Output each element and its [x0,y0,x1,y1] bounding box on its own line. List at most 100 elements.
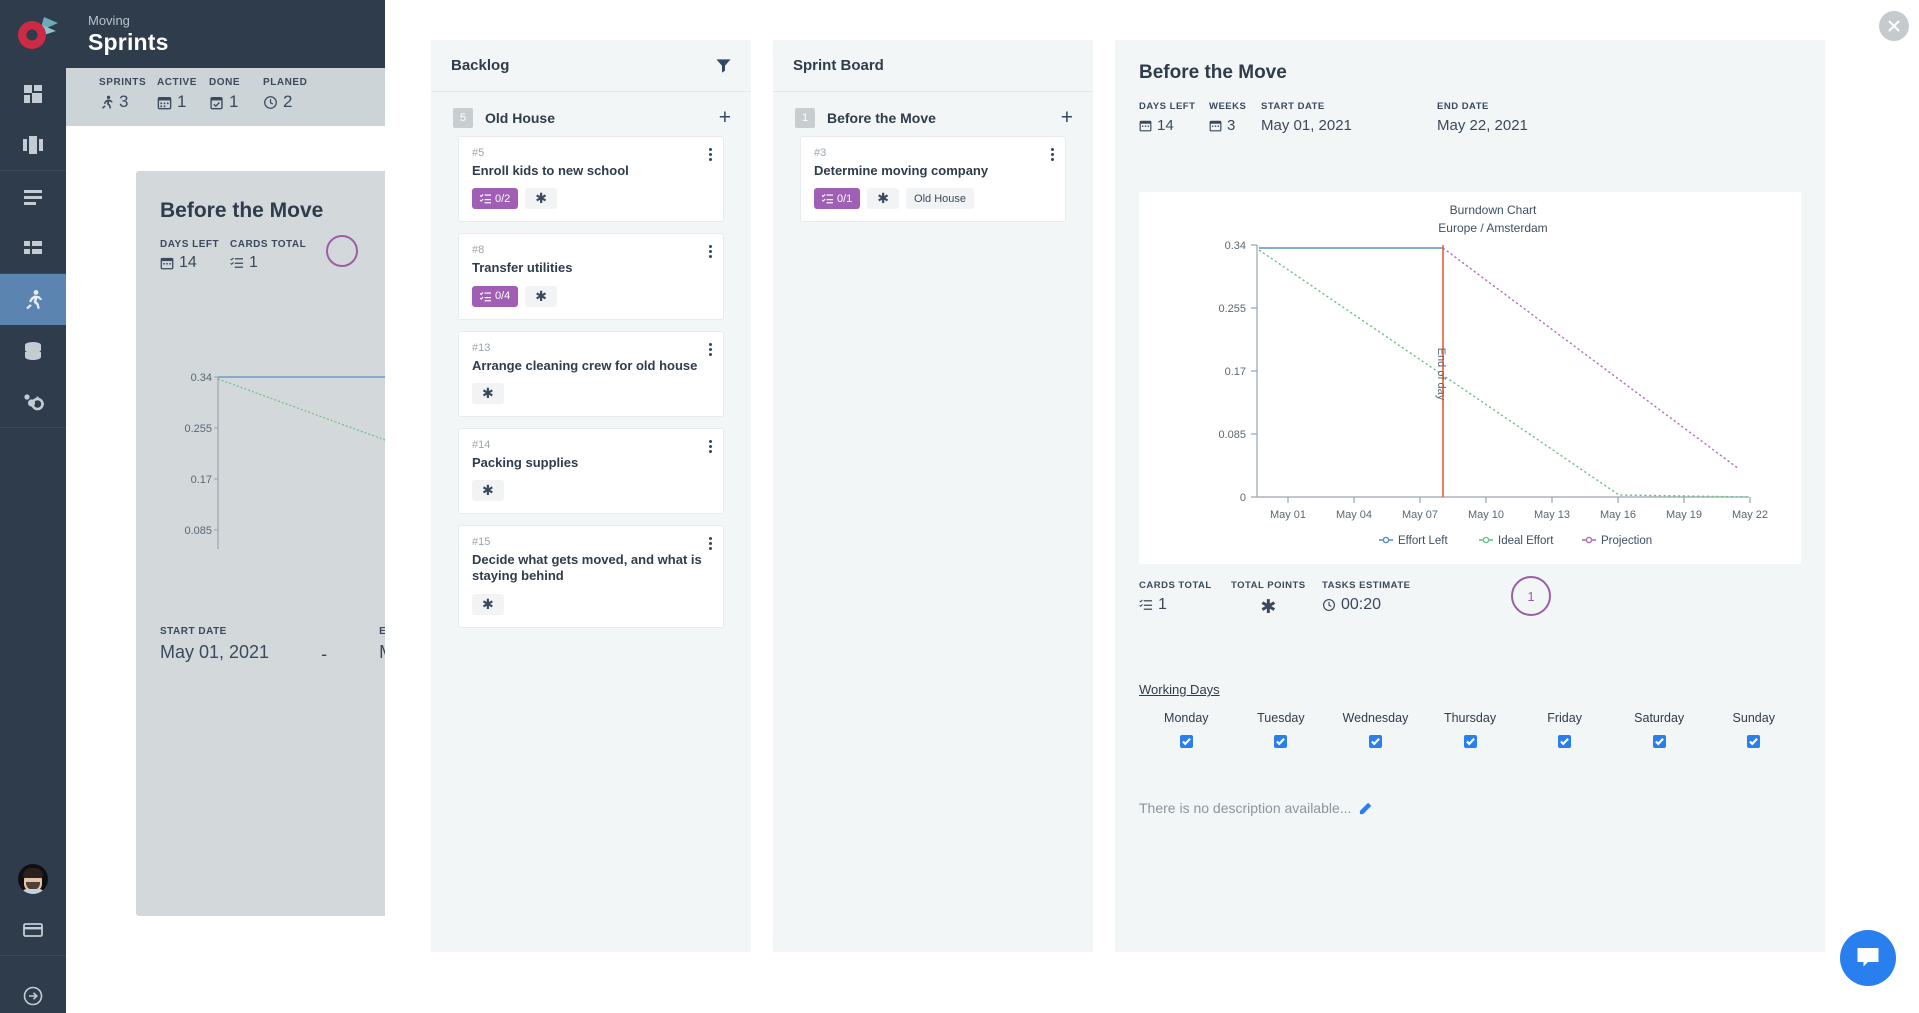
card-chips: 0/2 ✱ [472,188,710,210]
card-menu-icon[interactable] [709,439,712,455]
comet-logo-icon[interactable] [14,11,60,57]
working-day-label: Friday [1547,711,1582,725]
chart-legend: Effort Left Ideal Effort Projection [1379,535,1652,547]
points-chip[interactable]: ✱ [472,480,504,501]
lane-count-badge: 5 [453,108,473,128]
kpi-value: 00:20 [1322,596,1410,614]
list-item[interactable]: #15 Decide what gets moved, and what is … [458,525,724,628]
working-day-wednesday: Wednesday [1328,711,1423,748]
legend-ideal-effort: Ideal Effort [1498,535,1554,547]
pencil-icon[interactable] [1359,802,1372,815]
lane-count-badge: 1 [795,108,815,128]
columns-icon [23,135,43,154]
x-tick-label: May 10 [1468,509,1504,521]
burndown-chart: Burndown Chart Europe / Amsterdam 0.34 0… [1139,192,1801,564]
tasks-count: 0/1 [837,192,853,205]
card-chips: 0/1 ✱ Old House [814,188,1052,210]
x-tick-label: May 13 [1534,509,1570,521]
points-chip[interactable]: ✱ [525,285,558,307]
tasks-chip[interactable]: 0/4 [472,285,519,307]
working-day-checkbox[interactable] [1463,735,1477,748]
tasks-chip[interactable]: 0/1 [814,188,861,210]
stat-done: DONE 1 [209,77,240,112]
sprint-lane-header: 1 Before the Move + [773,92,1093,136]
working-day-sunday: Sunday [1706,711,1801,748]
list-item[interactable]: #14 Packing supplies ✱ [458,427,724,514]
bg-card-progress-ring [326,235,358,267]
y-tick-label: 0 [1240,492,1246,504]
tag-chip[interactable]: Old House [906,188,975,210]
credit-card-icon [23,922,43,937]
backlog-header: Backlog [431,40,751,92]
chat-button[interactable] [1840,930,1896,986]
kpi-row: CARDS TOTAL 1 TOTAL POINTS ✱ TASKS ESTIM… [1139,576,1801,630]
bg-stat-number: 1 [249,254,258,271]
working-day-checkbox[interactable] [1368,735,1382,748]
stat-number: 2 [283,92,293,111]
list-item[interactable]: #8 Transfer utilities 0/4 ✱ [458,233,724,320]
list-item[interactable]: #5 Enroll kids to new school 0/2 ✱ [458,136,724,223]
card-menu-icon[interactable] [709,148,712,163]
card-id: #5 [472,147,485,159]
points-chip[interactable]: ✱ [867,188,900,210]
list-icon [24,189,42,205]
card-id: #15 [472,536,491,548]
sidebar-item-team[interactable] [0,376,66,427]
plus-icon[interactable]: + [1061,107,1073,128]
working-day-checkbox[interactable] [1274,735,1288,748]
working-day-checkbox[interactable] [1652,735,1666,748]
working-day-friday: Friday [1517,711,1612,748]
card-menu-icon[interactable] [1051,148,1054,163]
stat-value: 1 [157,92,197,112]
sprint-card-list: #3 Determine moving company 0/1 ✱ Old Ho… [773,136,1093,223]
sidebar-item-boards[interactable] [0,119,66,170]
modal-content: Backlog 5 Old House + #5 Enroll kids to … [385,22,1864,974]
card-menu-icon[interactable] [709,537,712,552]
sidebar-item-backlog[interactable] [0,171,66,222]
detail-header: Before the Move DAYS LEFT 14 WEEKS 3 STA… [1115,40,1825,147]
sidebar-item-profile[interactable] [0,853,66,904]
bg-y-tick: 0.085 [184,525,212,537]
working-days-grid: Monday Tuesday Wednesday Thursday Friday… [1139,711,1801,748]
working-day-checkbox[interactable] [1179,735,1193,748]
tasks-chip[interactable]: 0/2 [472,188,519,210]
kpi-label: TOTAL POINTS [1231,580,1306,591]
card-chips: ✱ [472,382,710,404]
x-tick-label: May 07 [1402,509,1438,521]
sidebar-item-dashboard[interactable] [0,68,66,119]
bg-y-tick: 0.17 [191,474,212,486]
close-modal-button[interactable] [1879,11,1909,41]
filter-icon[interactable] [716,58,731,73]
sidebar-item-logout[interactable] [0,956,66,1013]
close-icon [1888,20,1900,32]
kpi-number: 00:20 [1341,596,1382,613]
plus-icon[interactable]: + [719,107,731,128]
points-chip[interactable]: ✱ [472,593,504,615]
sidebar-item-database[interactable] [0,325,66,376]
sprint-board-column: Sprint Board 1 Before the Move + #3 Dete… [773,40,1093,952]
backlog-title: Backlog [451,57,510,74]
card-chips: ✱ [472,593,710,615]
backlog-lane-header: 5 Old House + [431,92,751,136]
working-day-checkbox[interactable] [1747,735,1761,748]
stat-number: 3 [119,92,129,111]
sprint-board-title: Sprint Board [793,57,884,74]
points-chip[interactable]: ✱ [525,188,558,210]
x-tick-label: May 19 [1666,509,1702,521]
working-day-checkbox[interactable] [1558,735,1572,748]
backlog-card-list: #5 Enroll kids to new school 0/2 ✱ #8 Tr… [431,136,751,628]
working-day-monday: Monday [1139,711,1234,748]
list-item[interactable]: #13 Arrange cleaning crew for old house … [458,330,724,417]
card-menu-icon[interactable] [709,342,712,358]
sidebar-item-sprints[interactable] [0,274,66,325]
x-tick-label: May 01 [1270,509,1306,521]
sidebar-item-table[interactable] [0,222,66,273]
sidebar-item-billing[interactable] [0,904,66,955]
card-menu-icon[interactable] [709,245,712,260]
description-row[interactable]: There is no description available... [1139,800,1372,816]
list-item[interactable]: #3 Determine moving company 0/1 ✱ Old Ho… [800,136,1066,223]
kpi-number: ✱ [1260,597,1277,618]
points-chip[interactable]: ✱ [472,382,504,404]
stat-number: 1 [229,92,239,111]
